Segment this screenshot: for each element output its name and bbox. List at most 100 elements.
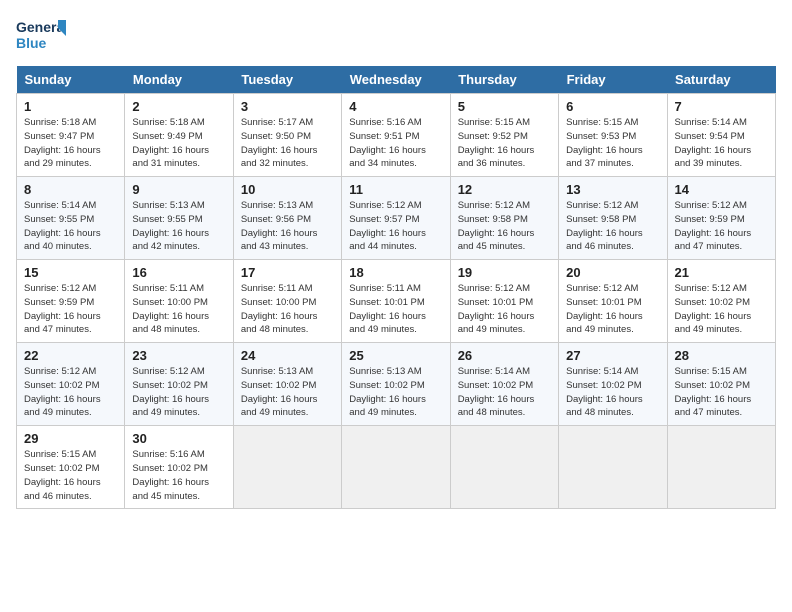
day-number: 5 bbox=[458, 99, 551, 114]
day-info: Sunrise: 5:14 AMSunset: 10:02 PMDaylight… bbox=[458, 365, 551, 420]
day-info: Sunrise: 5:12 AMSunset: 10:02 PMDaylight… bbox=[675, 282, 768, 337]
day-info: Sunrise: 5:12 AMSunset: 10:02 PMDaylight… bbox=[24, 365, 117, 420]
day-number: 11 bbox=[349, 182, 442, 197]
day-number: 10 bbox=[241, 182, 334, 197]
col-friday: Friday bbox=[559, 66, 667, 94]
day-info: Sunrise: 5:11 AMSunset: 10:00 PMDaylight… bbox=[241, 282, 334, 337]
day-number: 18 bbox=[349, 265, 442, 280]
day-cell: 15 Sunrise: 5:12 AMSunset: 9:59 PMDayligh… bbox=[17, 260, 125, 343]
day-number: 20 bbox=[566, 265, 659, 280]
day-info: Sunrise: 5:14 AMSunset: 9:55 PMDaylight:… bbox=[24, 199, 117, 254]
day-cell: 10 Sunrise: 5:13 AMSunset: 9:56 PMDayligh… bbox=[233, 177, 341, 260]
day-cell: 3Sunrise: 5:17 AMSunset: 9:50 PMDaylight… bbox=[233, 94, 341, 177]
day-number: 26 bbox=[458, 348, 551, 363]
day-cell bbox=[559, 426, 667, 509]
day-cell: 13 Sunrise: 5:12 AMSunset: 9:58 PMDayligh… bbox=[559, 177, 667, 260]
day-cell: 8 Sunrise: 5:14 AMSunset: 9:55 PMDaylight… bbox=[17, 177, 125, 260]
day-number: 27 bbox=[566, 348, 659, 363]
day-number: 7 bbox=[675, 99, 768, 114]
day-info: Sunrise: 5:15 AMSunset: 10:02 PMDaylight… bbox=[24, 448, 117, 503]
day-info: Sunrise: 5:12 AMSunset: 9:58 PMDaylight:… bbox=[566, 199, 659, 254]
day-number: 14 bbox=[675, 182, 768, 197]
day-number: 16 bbox=[132, 265, 225, 280]
day-number: 23 bbox=[132, 348, 225, 363]
col-tuesday: Tuesday bbox=[233, 66, 341, 94]
day-info: Sunrise: 5:15 AMSunset: 10:02 PMDaylight… bbox=[675, 365, 768, 420]
week-row-1: 1 Sunrise: 5:18 AMSunset: 9:47 PMDaylight… bbox=[17, 94, 776, 177]
day-info: Sunrise: 5:12 AMSunset: 9:59 PMDaylight:… bbox=[24, 282, 117, 337]
day-number: 29 bbox=[24, 431, 117, 446]
day-info: Sunrise: 5:12 AMSunset: 10:02 PMDaylight… bbox=[132, 365, 225, 420]
day-cell: 11 Sunrise: 5:12 AMSunset: 9:57 PMDayligh… bbox=[342, 177, 450, 260]
day-number: 24 bbox=[241, 348, 334, 363]
day-number: 17 bbox=[241, 265, 334, 280]
logo: General Blue bbox=[16, 16, 66, 58]
day-info: Sunrise: 5:12 AMSunset: 9:57 PMDaylight:… bbox=[349, 199, 442, 254]
day-cell: 17 Sunrise: 5:11 AMSunset: 10:00 PMDaylig… bbox=[233, 260, 341, 343]
logo-svg: General Blue bbox=[16, 16, 66, 58]
day-number: 2 bbox=[132, 99, 225, 114]
day-info: Sunrise: 5:11 AMSunset: 10:00 PMDaylight… bbox=[132, 282, 225, 337]
header: General Blue bbox=[16, 16, 776, 58]
col-saturday: Saturday bbox=[667, 66, 775, 94]
day-number: 3 bbox=[241, 99, 334, 114]
day-info: Sunrise: 5:14 AMSunset: 10:02 PMDaylight… bbox=[566, 365, 659, 420]
day-cell bbox=[667, 426, 775, 509]
day-number: 28 bbox=[675, 348, 768, 363]
week-row-2: 8 Sunrise: 5:14 AMSunset: 9:55 PMDaylight… bbox=[17, 177, 776, 260]
day-cell: 27 Sunrise: 5:14 AMSunset: 10:02 PMDaylig… bbox=[559, 343, 667, 426]
day-info: Sunrise: 5:16 AMSunset: 10:02 PMDaylight… bbox=[132, 448, 225, 503]
day-cell: 4 Sunrise: 5:16 AMSunset: 9:51 PMDaylight… bbox=[342, 94, 450, 177]
day-info: Sunrise: 5:15 AMSunset: 9:53 PMDaylight:… bbox=[566, 116, 659, 171]
col-wednesday: Wednesday bbox=[342, 66, 450, 94]
day-cell: 12 Sunrise: 5:12 AMSunset: 9:58 PMDayligh… bbox=[450, 177, 558, 260]
col-monday: Monday bbox=[125, 66, 233, 94]
day-info: Sunrise: 5:15 AMSunset: 9:52 PMDaylight:… bbox=[458, 116, 551, 171]
day-cell: 30Sunrise: 5:16 AMSunset: 10:02 PMDaylig… bbox=[125, 426, 233, 509]
day-number: 15 bbox=[24, 265, 117, 280]
day-info: Sunrise: 5:18 AMSunset: 9:47 PMDaylight:… bbox=[24, 116, 117, 171]
day-cell: 26 Sunrise: 5:14 AMSunset: 10:02 PMDaylig… bbox=[450, 343, 558, 426]
day-number: 6 bbox=[566, 99, 659, 114]
col-thursday: Thursday bbox=[450, 66, 558, 94]
day-cell: 14 Sunrise: 5:12 AMSunset: 9:59 PMDayligh… bbox=[667, 177, 775, 260]
day-info: Sunrise: 5:13 AMSunset: 9:56 PMDaylight:… bbox=[241, 199, 334, 254]
day-cell: 2 Sunrise: 5:18 AMSunset: 9:49 PMDaylight… bbox=[125, 94, 233, 177]
day-cell: 28 Sunrise: 5:15 AMSunset: 10:02 PMDaylig… bbox=[667, 343, 775, 426]
day-cell: 18 Sunrise: 5:11 AMSunset: 10:01 PMDaylig… bbox=[342, 260, 450, 343]
day-cell: 29 Sunrise: 5:15 AMSunset: 10:02 PMDaylig… bbox=[17, 426, 125, 509]
day-number: 19 bbox=[458, 265, 551, 280]
day-cell: 19 Sunrise: 5:12 AMSunset: 10:01 PMDaylig… bbox=[450, 260, 558, 343]
day-info: Sunrise: 5:18 AMSunset: 9:49 PMDaylight:… bbox=[132, 116, 225, 171]
day-cell: 6 Sunrise: 5:15 AMSunset: 9:53 PMDaylight… bbox=[559, 94, 667, 177]
page-wrapper: General Blue Sunday Monday Tuesday Wedne… bbox=[16, 16, 776, 509]
week-row-5: 29 Sunrise: 5:15 AMSunset: 10:02 PMDaylig… bbox=[17, 426, 776, 509]
day-info: Sunrise: 5:12 AMSunset: 10:01 PMDaylight… bbox=[458, 282, 551, 337]
day-number: 8 bbox=[24, 182, 117, 197]
day-cell: 20Sunrise: 5:12 AMSunset: 10:01 PMDaylig… bbox=[559, 260, 667, 343]
header-row: Sunday Monday Tuesday Wednesday Thursday… bbox=[17, 66, 776, 94]
day-cell: 7 Sunrise: 5:14 AMSunset: 9:54 PMDaylight… bbox=[667, 94, 775, 177]
week-row-4: 22Sunrise: 5:12 AMSunset: 10:02 PMDaylig… bbox=[17, 343, 776, 426]
day-info: Sunrise: 5:14 AMSunset: 9:54 PMDaylight:… bbox=[675, 116, 768, 171]
week-row-3: 15 Sunrise: 5:12 AMSunset: 9:59 PMDayligh… bbox=[17, 260, 776, 343]
day-cell: 16 Sunrise: 5:11 AMSunset: 10:00 PMDaylig… bbox=[125, 260, 233, 343]
day-info: Sunrise: 5:12 AMSunset: 9:59 PMDaylight:… bbox=[675, 199, 768, 254]
day-cell: 24 Sunrise: 5:13 AMSunset: 10:02 PMDaylig… bbox=[233, 343, 341, 426]
day-info: Sunrise: 5:11 AMSunset: 10:01 PMDaylight… bbox=[349, 282, 442, 337]
day-number: 12 bbox=[458, 182, 551, 197]
day-info: Sunrise: 5:13 AMSunset: 10:02 PMDaylight… bbox=[349, 365, 442, 420]
day-info: Sunrise: 5:13 AMSunset: 10:02 PMDaylight… bbox=[241, 365, 334, 420]
day-number: 1 bbox=[24, 99, 117, 114]
col-sunday: Sunday bbox=[17, 66, 125, 94]
day-info: Sunrise: 5:16 AMSunset: 9:51 PMDaylight:… bbox=[349, 116, 442, 171]
day-number: 4 bbox=[349, 99, 442, 114]
day-cell bbox=[233, 426, 341, 509]
svg-text:Blue: Blue bbox=[16, 35, 47, 51]
day-cell: 23 Sunrise: 5:12 AMSunset: 10:02 PMDaylig… bbox=[125, 343, 233, 426]
day-number: 21 bbox=[675, 265, 768, 280]
day-cell bbox=[342, 426, 450, 509]
day-info: Sunrise: 5:12 AMSunset: 9:58 PMDaylight:… bbox=[458, 199, 551, 254]
day-number: 13 bbox=[566, 182, 659, 197]
day-cell: 1 Sunrise: 5:18 AMSunset: 9:47 PMDaylight… bbox=[17, 94, 125, 177]
